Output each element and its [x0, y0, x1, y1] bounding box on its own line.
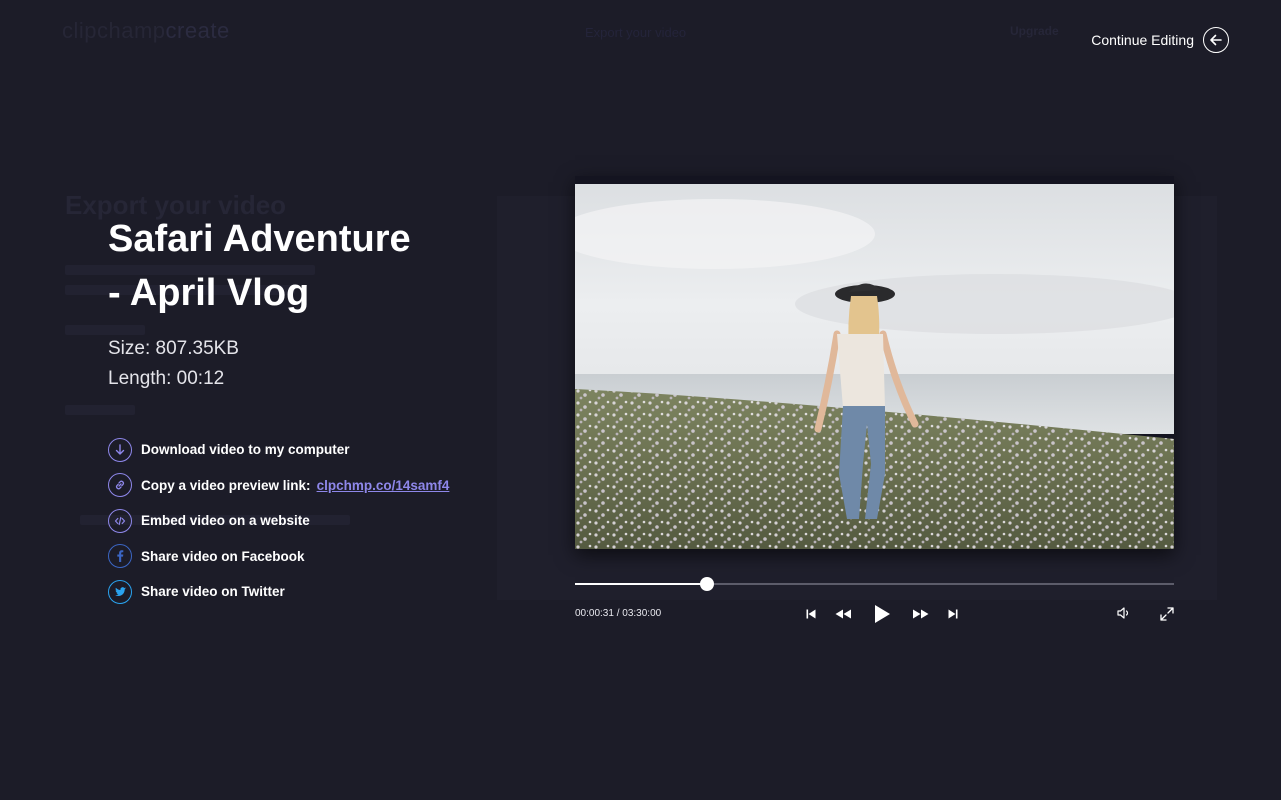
rewind-icon[interactable]: [822, 602, 864, 626]
video-title-line2: - April Vlog: [108, 272, 310, 314]
code-icon: [108, 508, 132, 533]
download-action[interactable]: Download video to my computer: [108, 432, 508, 468]
play-icon[interactable]: [864, 602, 900, 626]
facebook-icon: [108, 544, 132, 569]
preview-link[interactable]: clpchmp.co/14samf4: [317, 478, 450, 493]
progress-fill: [575, 583, 707, 585]
facebook-label: Share video on Facebook: [141, 548, 305, 564]
link-icon: [108, 473, 132, 498]
video-length: Length: 00:12: [108, 368, 225, 389]
current-time: 00:00:31: [575, 608, 614, 619]
video-frame: [575, 184, 1174, 549]
video-title-line1: Safari Adventure: [108, 218, 411, 260]
video-preview[interactable]: [575, 176, 1174, 549]
twitter-label: Share video on Twitter: [141, 584, 285, 600]
skip-next-icon[interactable]: [942, 602, 964, 626]
time-readout: 00:00:31 / 03:30:00: [575, 608, 661, 619]
export-actions: Download video to my computer Copy a vid…: [108, 432, 508, 610]
video-info-panel: Safari Adventure - April Vlog Size: 807.…: [108, 212, 508, 610]
fullscreen-icon[interactable]: [1159, 606, 1175, 627]
background-upgrade: Upgrade: [1010, 24, 1059, 38]
background-center-title: Export your video: [585, 25, 687, 40]
embed-label: Embed video on a website: [141, 513, 310, 529]
skip-previous-icon[interactable]: [800, 602, 822, 626]
video-size: Size: 807.35KB: [108, 338, 239, 359]
facebook-action[interactable]: Share video on Facebook: [108, 539, 508, 575]
copy-link-label: Copy a video preview link:: [141, 477, 311, 493]
total-time: 03:30:00: [622, 608, 662, 619]
video-still-image: [575, 184, 1174, 549]
download-icon: [108, 437, 132, 462]
arrow-left-icon: [1203, 27, 1229, 53]
video-progress-bar[interactable]: [575, 577, 1174, 591]
continue-editing-button[interactable]: Continue Editing: [1091, 27, 1229, 53]
progress-scrubber[interactable]: [699, 577, 714, 591]
copy-link-action[interactable]: Copy a video preview link: clpchmp.co/14…: [108, 468, 508, 504]
continue-editing-label: Continue Editing: [1091, 32, 1194, 48]
background-logo: clipchampcreate: [62, 18, 230, 43]
volume-icon[interactable]: [1116, 606, 1132, 625]
download-label: Download video to my computer: [141, 442, 350, 458]
video-meta: Size: 807.35KB Length: 00:12: [108, 334, 508, 394]
playback-controls: [800, 602, 964, 626]
video-title: Safari Adventure - April Vlog: [108, 212, 508, 320]
twitter-action[interactable]: Share video on Twitter: [108, 574, 508, 610]
twitter-icon: [108, 579, 132, 604]
embed-action[interactable]: Embed video on a website: [108, 503, 508, 539]
fast-forward-icon[interactable]: [900, 602, 942, 626]
